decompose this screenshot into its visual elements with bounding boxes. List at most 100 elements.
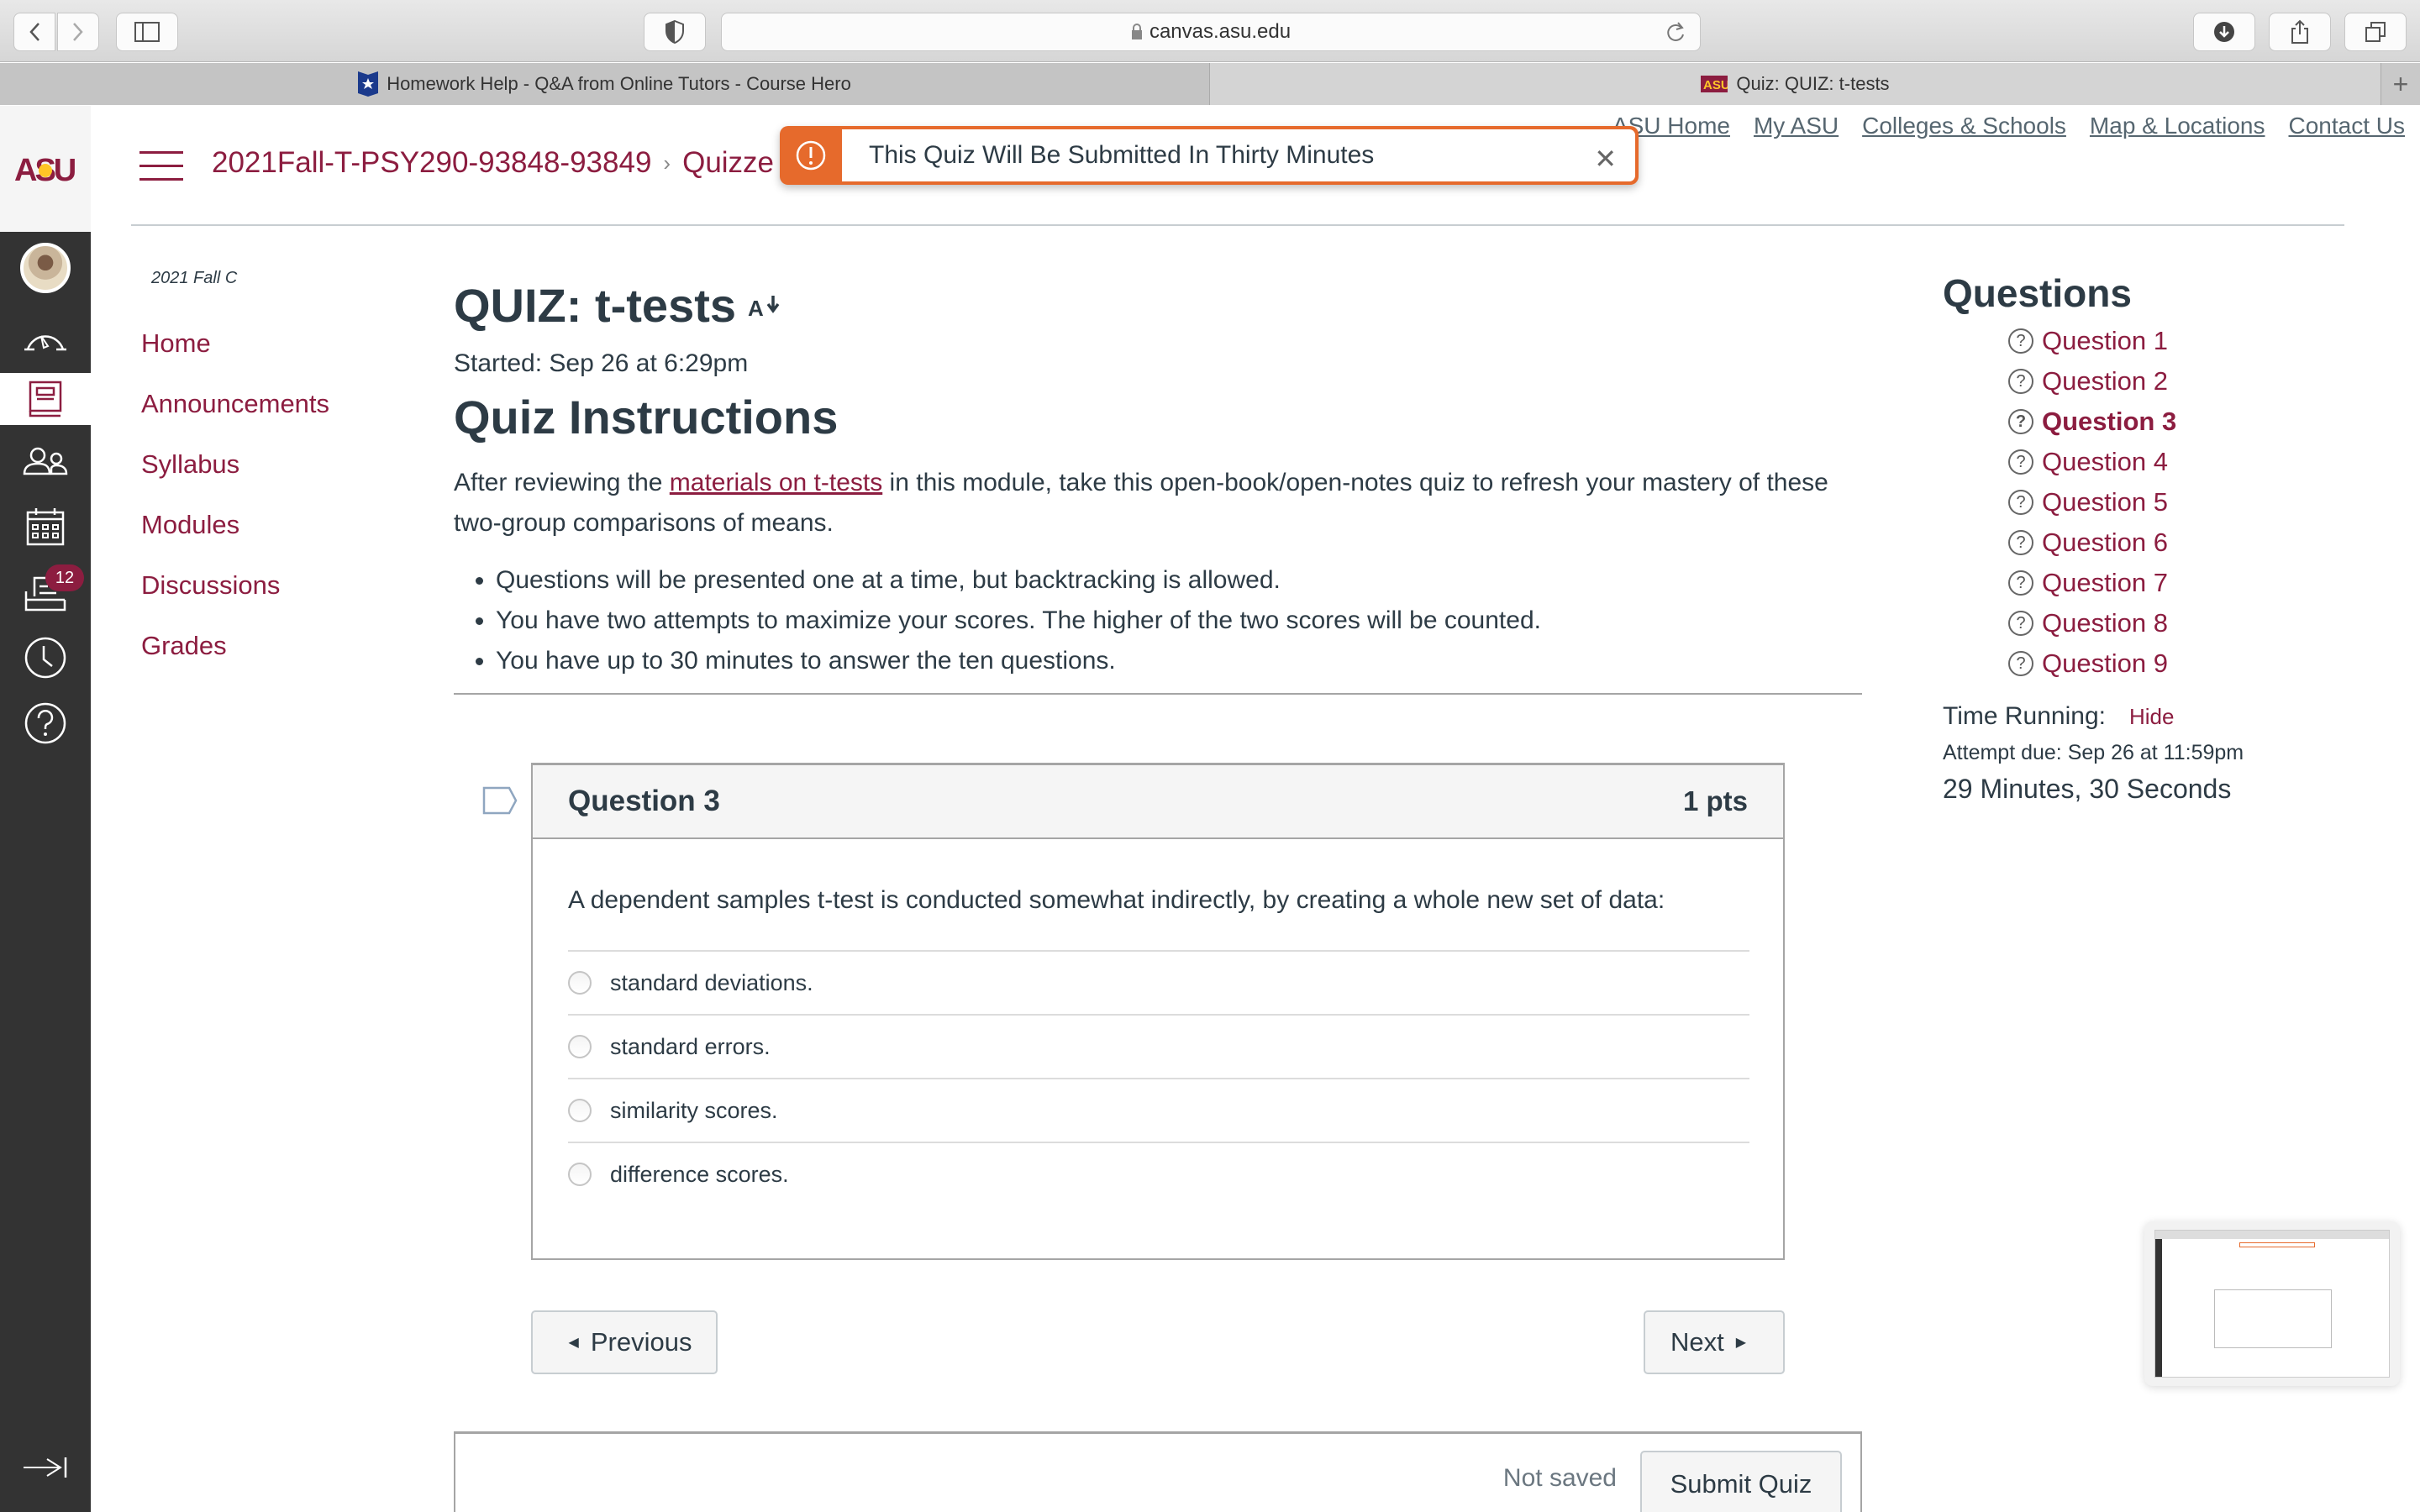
global-nav-groups[interactable] [0, 428, 91, 494]
hamburger-icon [139, 151, 183, 154]
dashboard-icon [24, 335, 66, 351]
course-menu-toggle[interactable] [139, 151, 183, 181]
screenshot-thumbnail[interactable] [2144, 1221, 2400, 1386]
hide-timer-link[interactable]: Hide [2129, 704, 2174, 730]
question-list[interactable]: ? Question 1 ? Question 2 ? Question 3 ? Que… [1943, 321, 2380, 684]
answer-label: standard errors. [610, 1033, 771, 1059]
hamburger-line [139, 178, 183, 181]
asu-icon: ASU [1701, 76, 1728, 92]
question-link-label: Question 6 [2042, 528, 2168, 557]
sidebar-toggle-button[interactable] [116, 13, 178, 51]
question-link[interactable]: ? Question 8 [2008, 603, 2380, 643]
course-nav-grades[interactable]: Grades [141, 626, 329, 686]
tab-course-hero[interactable]: Homework Help - Q&A from Online Tutors -… [0, 63, 1210, 105]
instructions-list: Questions will be presented one at a tim… [454, 560, 1862, 681]
global-nav-help[interactable] [0, 690, 91, 756]
thumbnail-toolbar [2155, 1231, 2389, 1239]
link-my-asu[interactable]: My ASU [1754, 113, 1839, 139]
answer-radio[interactable] [568, 971, 592, 995]
tab-quiz[interactable]: ASU Quiz: QUIZ: t-tests [1210, 63, 2381, 105]
global-nav-account[interactable] [0, 235, 91, 301]
global-nav-inbox[interactable]: 12 [0, 559, 91, 625]
back-button[interactable] [13, 13, 55, 51]
breadcrumb-course[interactable]: 2021Fall-T-PSY290-93848-93849 [212, 146, 651, 180]
thumbnail-flash [2239, 1242, 2315, 1247]
question-unanswered-icon: ? [2008, 449, 2033, 475]
course-nav-syllabus[interactable]: Syllabus [141, 444, 329, 505]
breadcrumb-quizzes[interactable]: Quizze [682, 146, 774, 180]
help-icon [24, 702, 66, 744]
question-link-label: Question 1 [2042, 326, 2168, 355]
link-map-locations[interactable]: Map & Locations [2090, 113, 2265, 139]
share-icon [2291, 19, 2308, 44]
answer-option[interactable]: difference scores. [568, 1142, 1749, 1205]
materials-link[interactable]: materials on t-tests [670, 469, 882, 496]
course-nav-discussions[interactable]: Discussions [141, 565, 329, 626]
question-link-current[interactable]: ? Question 3 [2008, 402, 2380, 442]
tab-overview-button[interactable] [2344, 13, 2407, 51]
course-nav-modules[interactable]: Modules [141, 505, 329, 565]
question-link[interactable]: ? Question 9 [2008, 643, 2380, 684]
close-icon[interactable]: ✕ [1594, 143, 1617, 175]
groups-icon [23, 447, 68, 475]
forward-button[interactable] [57, 13, 99, 51]
warning-icon [780, 126, 842, 185]
tab-title: Homework Help - Q&A from Online Tutors -… [387, 73, 851, 94]
lock-icon [1131, 24, 1142, 39]
question-link-label: Question 3 [2042, 407, 2177, 436]
reload-icon[interactable] [1665, 21, 1686, 45]
question-unanswered-icon: ? [2008, 611, 2033, 636]
answer-radio[interactable] [568, 1035, 592, 1058]
flag-question-icon[interactable] [482, 786, 518, 819]
next-button[interactable]: Next ▶ [1644, 1310, 1785, 1374]
answer-option[interactable]: standard errors. [568, 1014, 1749, 1078]
course-nav-home[interactable]: Home [141, 323, 329, 384]
answer-option[interactable]: standard deviations. [568, 950, 1749, 1014]
asu-header-links: ASU Home My ASU Colleges & Schools Map &… [1612, 113, 2405, 139]
course-navigation: Home Announcements Syllabus Modules Disc… [141, 323, 329, 686]
attempt-due: Attempt due: Sep 26 at 11:59pm [1943, 741, 2244, 764]
previous-button[interactable]: ◀ Previous [531, 1310, 718, 1374]
answer-radio[interactable] [568, 1099, 592, 1122]
question-link[interactable]: ? Question 1 [2008, 321, 2380, 361]
question-unanswered-icon: ? [2008, 530, 2033, 555]
instructions-intro: After reviewing the materials on t-tests… [454, 463, 1862, 543]
instructions-title: Quiz Instructions [454, 391, 839, 444]
question-link[interactable]: ? Question 4 [2008, 442, 2380, 482]
quiz-title-text: QUIZ: t-tests [454, 278, 736, 332]
link-colleges-schools[interactable]: Colleges & Schools [1862, 113, 2066, 139]
answer-label: similarity scores. [610, 1097, 778, 1123]
global-nav-dashboard[interactable] [0, 304, 91, 370]
asu-logo[interactable]: ASU [0, 106, 91, 232]
question-link[interactable]: ? Question 7 [2008, 563, 2380, 603]
avatar [20, 243, 71, 293]
instruction-item: You have two attempts to maximize your s… [496, 601, 1862, 641]
new-tab-button[interactable]: + [2381, 63, 2420, 105]
share-button[interactable] [2269, 13, 2331, 51]
global-nav-history[interactable] [0, 625, 91, 690]
link-contact-us[interactable]: Contact Us [2289, 113, 2406, 139]
immersive-reader-icon[interactable]: A [748, 292, 785, 318]
question-link[interactable]: ? Question 6 [2008, 522, 2380, 563]
thumbnail-nav [2155, 1239, 2162, 1377]
question-link[interactable]: ? Question 2 [2008, 361, 2380, 402]
course-nav-announcements[interactable]: Announcements [141, 384, 329, 444]
global-nav-calendar[interactable] [0, 494, 91, 559]
collapse-nav-icon [24, 1457, 67, 1478]
answer-option[interactable]: similarity scores. [568, 1078, 1749, 1142]
answer-radio[interactable] [568, 1163, 592, 1186]
svg-text:A: A [748, 296, 764, 318]
downloads-button[interactable] [2193, 13, 2255, 51]
submit-quiz-button[interactable]: Submit Quiz [1640, 1451, 1842, 1512]
question-unanswered-icon: ? [2008, 490, 2033, 515]
address-bar[interactable]: canvas.asu.edu [721, 13, 1701, 51]
chevron-right-icon [73, 23, 83, 41]
question-link-label: Question 2 [2042, 366, 2168, 396]
global-nav-collapse[interactable] [0, 1435, 91, 1500]
sidebar-icon [134, 22, 160, 42]
global-nav-courses[interactable] [0, 373, 91, 425]
caret-left-icon: ◀ [568, 1336, 579, 1350]
svg-text:ASU: ASU [1703, 78, 1728, 92]
privacy-report-button[interactable] [644, 13, 706, 51]
question-link[interactable]: ? Question 5 [2008, 482, 2380, 522]
